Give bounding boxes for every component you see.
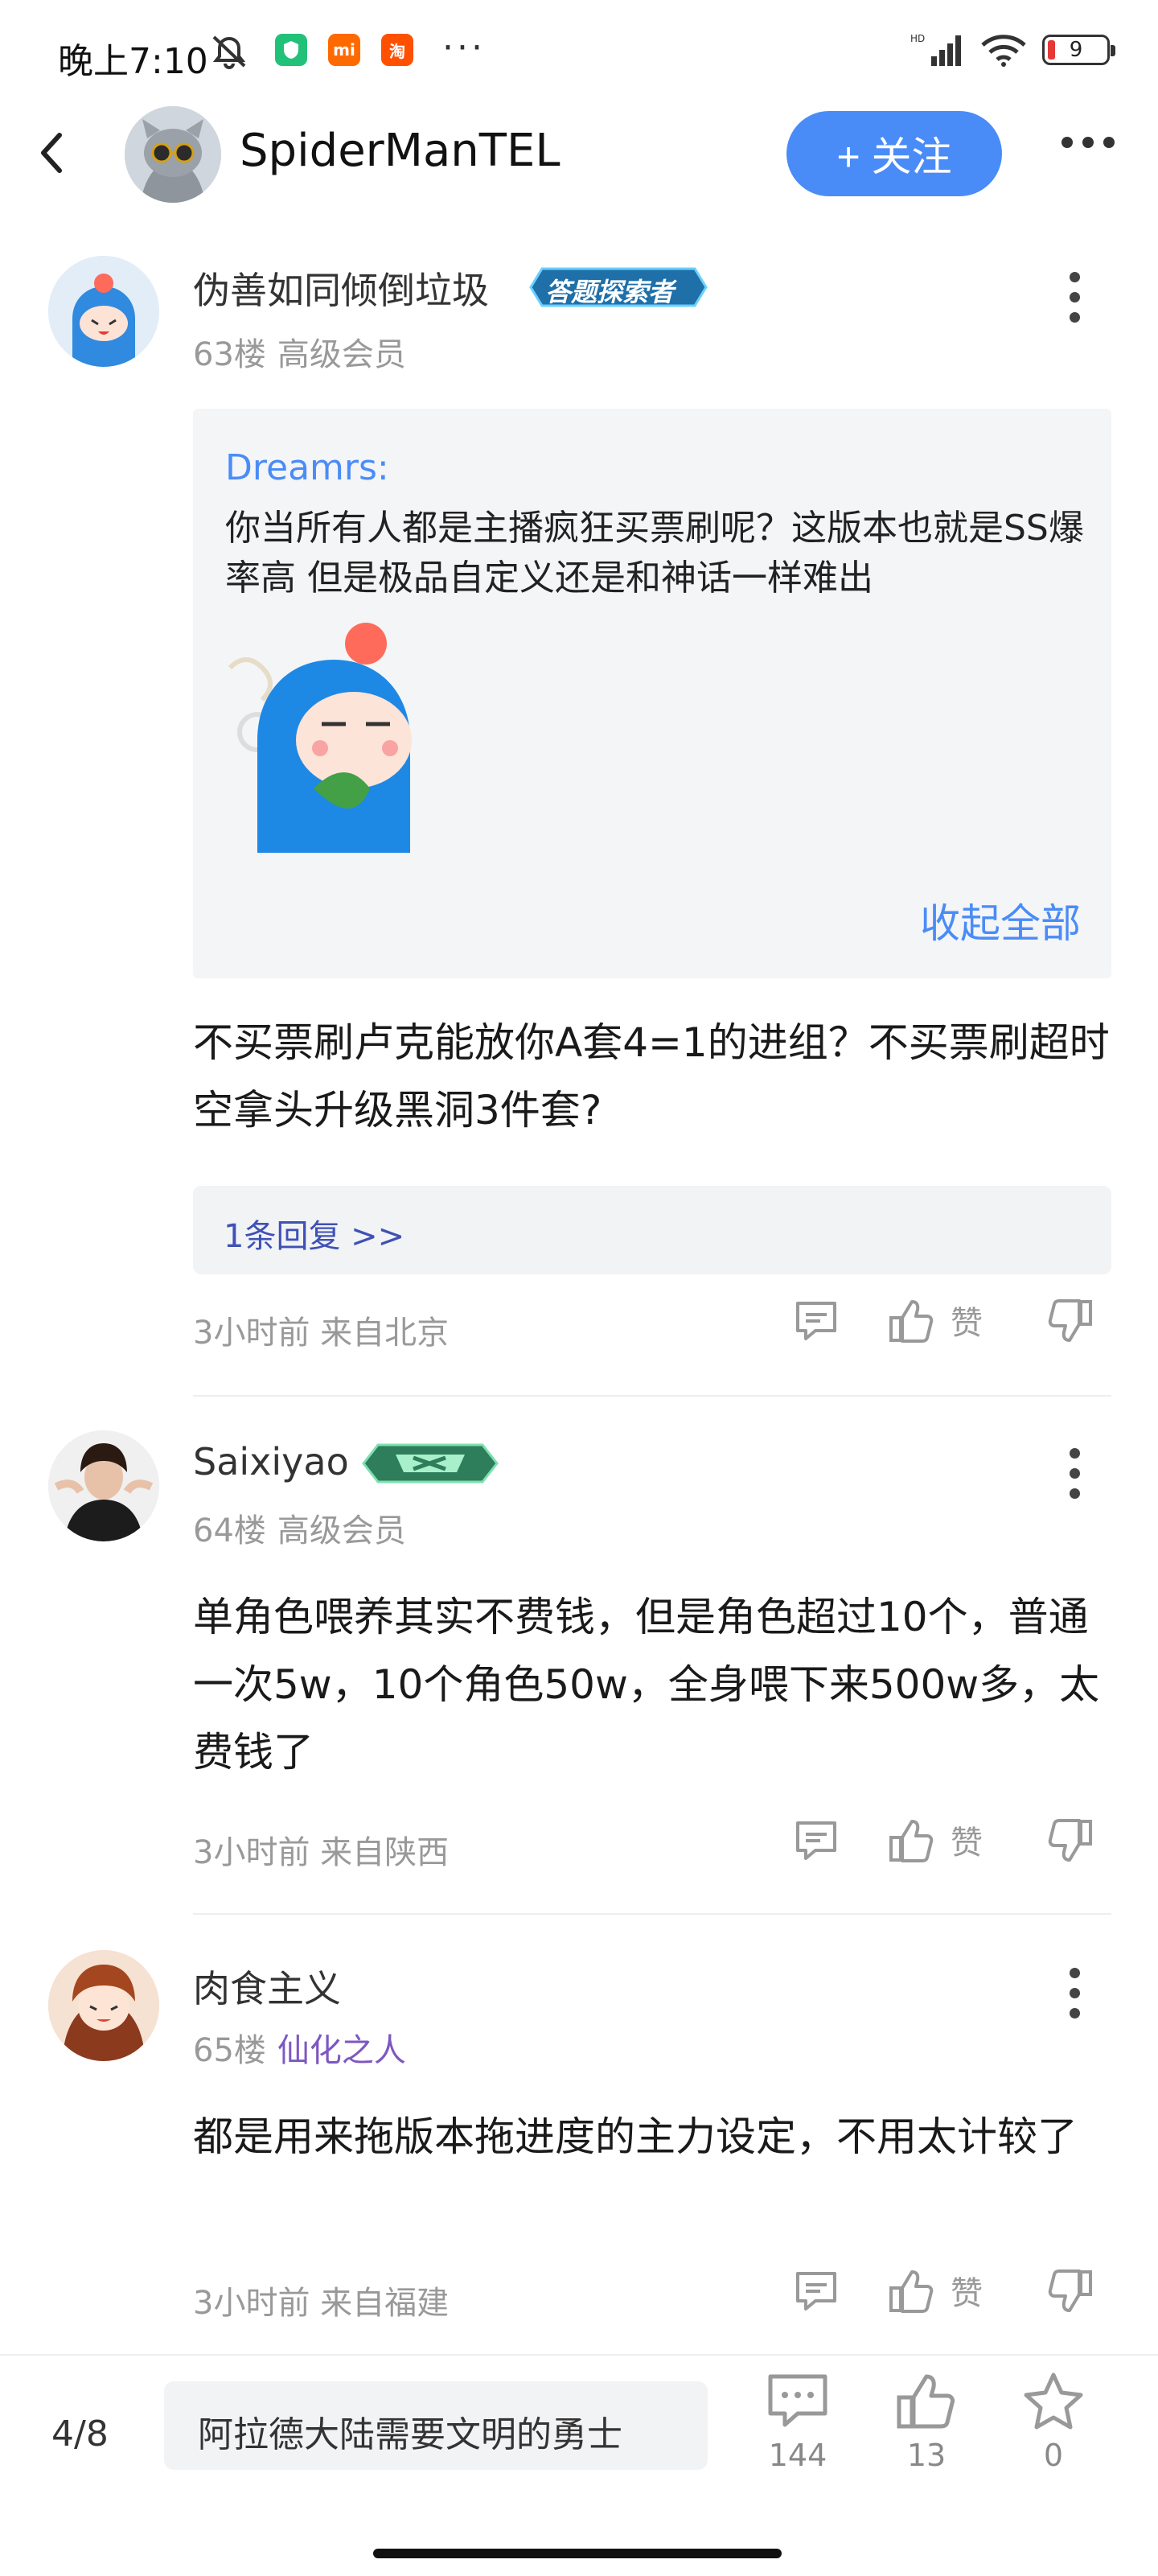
- reply-icon[interactable]: [793, 2269, 840, 2314]
- thumbs-down-icon: [1048, 1819, 1092, 1862]
- thumbs-up-icon: [889, 1300, 934, 1343]
- comment-time: 3小时前: [193, 1315, 310, 1352]
- follow-button[interactable]: + 关注: [786, 111, 1002, 196]
- comment-meta: 3小时前 来自福建: [193, 2277, 449, 2323]
- like-button[interactable]: 赞: [888, 1297, 983, 1344]
- thumbs-up-icon: [889, 2270, 934, 2313]
- battery-icon: 9: [1042, 35, 1115, 65]
- status-bar: 晚上7:10 mi 淘 ··· HD 9: [0, 0, 1158, 105]
- comments-button[interactable]: 144: [749, 2372, 846, 2473]
- comment-username[interactable]: 伪善如同倾倒垃圾: [193, 261, 489, 315]
- likes-count: 13: [906, 2438, 947, 2473]
- dislike-button[interactable]: [1047, 1818, 1094, 1865]
- comment-location: 来自福建: [320, 2285, 450, 2322]
- comment-floor: 63楼 高级会员: [193, 328, 406, 375]
- comment-avatar[interactable]: [48, 256, 159, 367]
- replies-count-label: 1条回复 >>: [224, 1218, 405, 1255]
- like-label: 赞: [951, 2275, 983, 2312]
- dislike-button[interactable]: [1047, 2269, 1094, 2315]
- thumbs-down-icon: [1048, 1299, 1092, 1342]
- home-indicator[interactable]: [373, 2549, 782, 2558]
- comment-username[interactable]: 肉食主义: [193, 1960, 341, 2013]
- status-time: 晚上7:10: [58, 41, 208, 82]
- dislike-button[interactable]: [1047, 1298, 1094, 1345]
- author-avatar[interactable]: [125, 106, 221, 203]
- comment-time: 3小时前: [193, 1834, 310, 1871]
- collapse-all-link[interactable]: 收起全部: [920, 891, 1081, 949]
- alarm-off-icon: [211, 34, 248, 72]
- comment-location: 来自北京: [320, 1315, 450, 1352]
- signal-icon: HD: [910, 33, 961, 66]
- thumbs-up-icon: [897, 2374, 955, 2429]
- comment-more-icon[interactable]: [1070, 1448, 1081, 1499]
- xiaomi-app-icon: mi: [328, 34, 360, 66]
- comment-icon: [768, 2374, 827, 2427]
- like-label: 赞: [951, 1305, 983, 1342]
- shield-app-icon: [275, 34, 307, 66]
- floor-number: 65楼: [193, 2032, 266, 2069]
- comment-floor: 64楼 高级会员: [193, 1504, 406, 1551]
- floor-number: 63楼: [193, 336, 266, 373]
- page-indicator[interactable]: 4/8: [51, 2413, 109, 2455]
- comment-text: 都是用来拖版本拖进度的主力设定，不用太计较了: [193, 2113, 1078, 2160]
- comment-avatar[interactable]: [48, 1950, 159, 2061]
- quoted-author[interactable]: Dreamrs:: [225, 447, 389, 488]
- comment-text: 不买票刷卢克能放你A套4=1的进组？不买票刷超时空拿头升级黑洞3件套?: [193, 1019, 1110, 1134]
- quoted-text: 你当所有人都是主播疯狂买票刷呢？这版本也就是SS爆率高 但是极品自定义还是和神话…: [225, 508, 1084, 599]
- bottom-bar: 4/8 阿拉德大陆需要文明的勇士 144 13 0: [0, 2354, 1158, 2576]
- member-level: 仙化之人: [277, 2032, 406, 2069]
- comment-text: 单角色喂养其实不费钱，但是角色超过10个，普通一次5w，10个角色50w，全身喂…: [193, 1594, 1100, 1776]
- view-replies-link[interactable]: 1条回复 >>: [193, 1186, 1111, 1274]
- comments-count: 144: [768, 2438, 827, 2473]
- comment-avatar[interactable]: [48, 1430, 159, 1541]
- like-button[interactable]: 赞: [888, 1817, 983, 1863]
- comment-meta: 3小时前 来自陕西: [193, 1826, 449, 1873]
- like-label: 赞: [951, 1825, 983, 1862]
- floor-number: 64楼: [193, 1512, 266, 1549]
- badge-label: 答题探索者: [545, 277, 675, 307]
- quoted-reply: Dreamrs: 你当所有人都是主播疯狂买票刷呢？这版本也就是SS爆率高 但是极…: [193, 409, 1111, 978]
- back-button[interactable]: [35, 129, 68, 180]
- reply-icon[interactable]: [793, 1818, 840, 1863]
- more-options-icon[interactable]: [1062, 137, 1115, 148]
- reply-icon[interactable]: [793, 1298, 840, 1344]
- more-notifications-icon: ···: [442, 27, 486, 68]
- taobao-app-icon: 淘: [381, 34, 413, 66]
- level-badge-icon: [360, 1442, 500, 1485]
- favorites-count: 0: [1043, 2438, 1064, 2473]
- comment-username[interactable]: Saixiyao: [193, 1440, 349, 1483]
- comment-divider: [193, 1913, 1111, 1915]
- favorite-button[interactable]: 0: [1005, 2372, 1102, 2473]
- like-thread-button[interactable]: 13: [878, 2372, 975, 2473]
- comment-floor: 65楼 仙化之人: [193, 2024, 406, 2071]
- comment-input[interactable]: 阿拉德大陆需要文明的勇士: [164, 2381, 708, 2470]
- comment-more-icon[interactable]: [1070, 1968, 1081, 2018]
- status-right: HD 9: [910, 32, 1115, 68]
- like-button[interactable]: 赞: [888, 2267, 983, 2314]
- member-level: 高级会员: [277, 1512, 406, 1549]
- sticker-image: [225, 619, 442, 853]
- comment-location: 来自陕西: [320, 1834, 450, 1871]
- svg-text:HD: HD: [910, 33, 925, 44]
- wifi-icon: [981, 35, 1026, 67]
- member-level: 高级会员: [277, 336, 406, 373]
- comment-input-text: 阿拉德大陆需要文明的勇士: [198, 2414, 622, 2455]
- comment-time: 3小时前: [193, 2285, 310, 2322]
- thread-author-name[interactable]: SpiderManTEL: [240, 125, 561, 177]
- battery-level: 9: [1069, 38, 1083, 62]
- thumbs-down-icon: [1048, 2269, 1092, 2312]
- comment-meta: 3小时前 来自北京: [193, 1307, 449, 1353]
- star-icon: [1024, 2372, 1083, 2430]
- comment-more-icon[interactable]: [1070, 272, 1081, 323]
- comment-divider: [193, 1395, 1111, 1397]
- answer-explorer-badge: 答题探索者: [523, 265, 714, 309]
- thumbs-up-icon: [889, 1820, 934, 1862]
